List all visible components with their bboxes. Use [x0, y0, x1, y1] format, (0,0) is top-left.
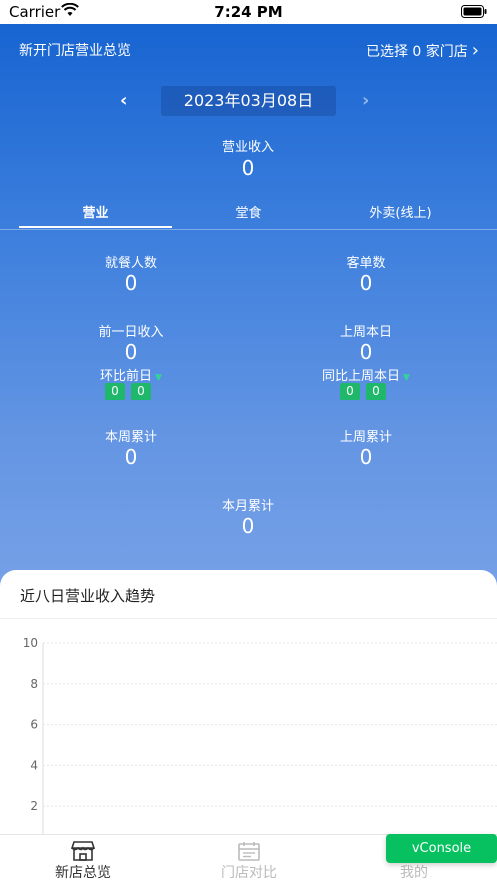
y-tick-label: 8 [30, 677, 38, 691]
diners-value: 0 [124, 271, 138, 295]
revenue-value: 0 [241, 156, 255, 180]
status-badge: 0 [105, 383, 125, 400]
avg-ticket-label: 客单数 [346, 256, 386, 271]
tab-dine-in[interactable]: 堂食 [172, 202, 325, 228]
day-over-day-badges: 0 0 [105, 383, 151, 400]
trend-chart: 10 8 6 4 2 [23, 636, 497, 840]
trend-card-title: 近八日营业收入趋势 [20, 587, 156, 605]
prev-day-revenue-label: 前一日收入 [98, 325, 164, 340]
status-badge: 0 [131, 383, 151, 400]
trend-card: 近八日营业收入趋势 10 8 6 4 2 [0, 570, 497, 840]
y-tick-label: 2 [30, 799, 38, 813]
tabbar-label: 门店对比 [221, 865, 277, 881]
tab-business[interactable]: 营业 [19, 202, 172, 228]
last-week-total-value: 0 [359, 445, 373, 469]
tabbar-label: 新店总览 [55, 865, 111, 881]
store-select-button[interactable]: 已选择 0 家门店 › [366, 40, 479, 61]
category-tabs: 营业 堂食 外卖(线上) [0, 202, 497, 230]
vconsole-button[interactable]: vConsole [386, 834, 497, 863]
date-navigator: ‹ 2023年03月08日 › [0, 86, 497, 116]
last-week-same-day-label: 上周本日 [339, 325, 392, 340]
tab-delivery[interactable]: 外卖(线上) [324, 202, 477, 228]
overview-panel: 新开门店营业总览 已选择 0 家门店 › ‹ 2023年03月08日 › 营业收… [0, 24, 497, 624]
week-over-week-badges: 0 0 [340, 383, 386, 400]
y-tick-label: 4 [30, 758, 38, 772]
arrow-down-icon: ▼ [403, 373, 410, 383]
prev-day-revenue-value: 0 [124, 340, 138, 364]
chevron-right-icon: › [471, 40, 479, 61]
week-over-week-label: 同比上周本日 [322, 369, 401, 384]
last-week-same-day-value: 0 [359, 340, 373, 364]
week-over-week-comparison: 同比上周本日 ▼ [266, 365, 466, 384]
month-total-value: 0 [241, 514, 255, 538]
arrow-down-icon: ▼ [155, 373, 162, 383]
revenue-label: 营业收入 [221, 140, 274, 155]
week-total-value: 0 [124, 445, 138, 469]
last-week-total-label: 上周累计 [339, 430, 392, 445]
store-select-label: 已选择 0 家门店 [365, 43, 468, 60]
divider [0, 618, 497, 619]
avg-ticket-value: 0 [359, 271, 373, 295]
day-over-day-comparison: 环比前日 ▼ [31, 365, 231, 384]
page-title: 新开门店营业总览 [19, 43, 131, 59]
store-icon [71, 841, 95, 861]
calendar-icon [238, 842, 260, 861]
status-bar: Carrier 7:24 PM [0, 0, 497, 24]
day-over-day-label: 环比前日 [100, 369, 153, 384]
tabbar-item-compare[interactable]: 门店对比 [166, 835, 332, 883]
status-badge: 0 [366, 383, 386, 400]
tabbar-item-overview[interactable]: 新店总览 [0, 835, 166, 883]
week-total-label: 本周累计 [104, 430, 157, 445]
diners-label: 就餐人数 [104, 256, 157, 271]
status-badge: 0 [340, 383, 360, 400]
y-tick-label: 6 [30, 718, 38, 732]
next-date-button[interactable]: › [362, 90, 369, 111]
tabbar-label: 我的 [400, 865, 428, 881]
date-picker[interactable]: 2023年03月08日 [161, 86, 336, 116]
prev-date-button[interactable]: ‹ [120, 90, 127, 111]
clock: 7:24 PM [214, 3, 283, 21]
y-tick-label: 10 [23, 636, 38, 650]
month-total-label: 本月累计 [221, 499, 274, 514]
battery-icon [461, 5, 487, 18]
